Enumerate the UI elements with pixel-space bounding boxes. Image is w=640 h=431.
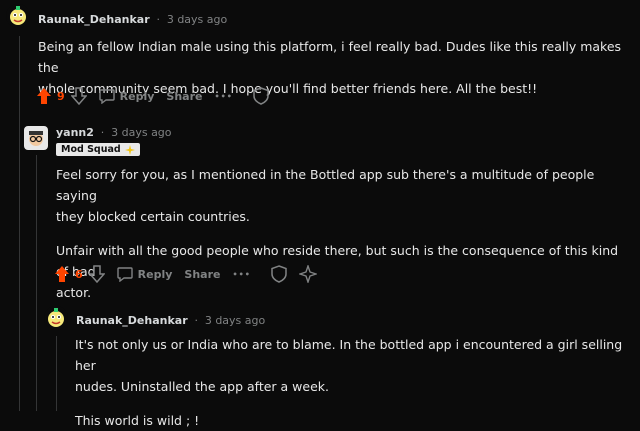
comment-icon (98, 88, 115, 104)
thread-line[interactable] (36, 155, 37, 411)
mod-actions-icon[interactable] (298, 265, 317, 283)
comment-actions: 9 Reply Share ••• (36, 85, 281, 107)
comment-body: It's not only us or India who are to bla… (75, 334, 630, 431)
comment-header: Raunak_Dehankar · 3 days ago (76, 314, 265, 327)
share-button[interactable]: Share (166, 90, 202, 103)
shield-icon[interactable] (253, 87, 269, 105)
separator: · (194, 314, 198, 327)
comment-text-line: It's not only us or India who are to bla… (75, 337, 623, 373)
username[interactable]: yann2 (56, 126, 94, 139)
avatar[interactable] (6, 4, 30, 28)
upvote-icon[interactable] (54, 265, 70, 283)
share-button[interactable]: Share (184, 268, 220, 281)
reply-button[interactable]: Reply (98, 88, 155, 104)
comment-text-line: they blocked certain countries. (56, 209, 250, 224)
more-options-icon[interactable]: ••• (232, 270, 250, 279)
comment-text-line: Feel sorry for you, as I mentioned in th… (56, 167, 595, 203)
separator: · (100, 126, 105, 139)
timestamp[interactable]: 3 days ago (167, 13, 227, 26)
downvote-icon[interactable] (88, 265, 105, 283)
upvote-icon[interactable] (36, 87, 52, 105)
thread-line[interactable] (19, 36, 20, 411)
comment-text-line: actor. (56, 285, 92, 300)
comment-header: yann2 · 3 days ago (56, 126, 172, 139)
downvote-icon[interactable] (70, 87, 87, 105)
comment-header: Raunak_Dehankar · 3 days ago (38, 13, 227, 26)
flair-label: Mod Squad (61, 144, 121, 155)
share-label: Share (166, 89, 203, 103)
vote-count: 9 (57, 89, 65, 103)
comment-text-line: This world is wild ; ! (75, 413, 200, 428)
share-label: Share (184, 267, 221, 281)
comment-actions: 6 Reply Share ••• (54, 263, 329, 285)
avatar[interactable] (24, 126, 48, 150)
username[interactable]: Raunak_Dehankar (38, 13, 150, 26)
mod-flair-badge: Mod Squad (56, 143, 140, 156)
reply-label: Reply (119, 89, 155, 103)
avatar[interactable] (44, 306, 68, 330)
comment-text-line: Being an fellow Indian male using this p… (38, 39, 622, 75)
comment-icon (116, 266, 133, 282)
timestamp[interactable]: 3 days ago (205, 314, 265, 327)
thread-line[interactable] (56, 336, 57, 411)
reply-label: Reply (137, 267, 173, 281)
comment-text-line: nudes. Uninstalled the app after a week. (75, 379, 329, 394)
sparkle-icon (124, 144, 135, 155)
reply-button[interactable]: Reply (116, 266, 173, 282)
timestamp[interactable]: 3 days ago (111, 126, 171, 139)
vote-count: 6 (75, 267, 83, 281)
shield-icon[interactable] (271, 265, 287, 283)
separator: · (156, 13, 160, 26)
username[interactable]: Raunak_Dehankar (76, 314, 188, 327)
more-options-icon[interactable]: ••• (214, 92, 232, 101)
